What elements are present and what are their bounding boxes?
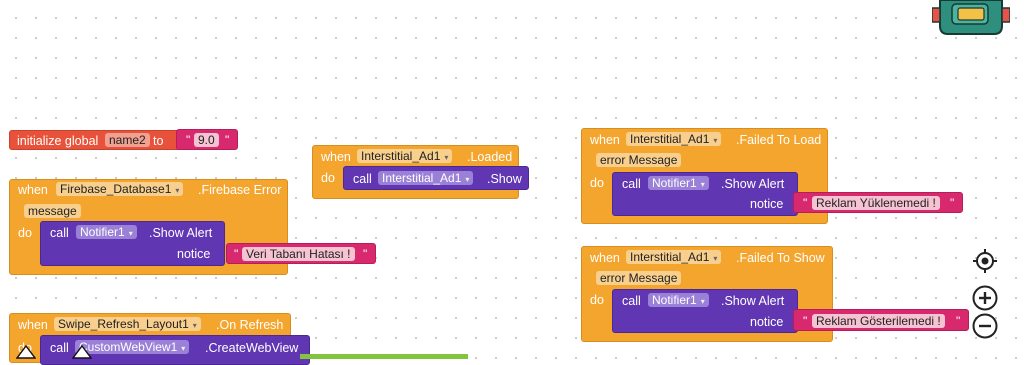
show-alert-call-block[interactable]: call Notifier1 ▾ .Show Alert notice xyxy=(612,289,798,333)
zoom-out-icon[interactable] xyxy=(971,312,999,340)
event-name: .Failed To Load xyxy=(736,133,822,147)
to-label: to xyxy=(153,134,164,148)
component-dropdown[interactable]: Interstitial_Ad1 ▾ xyxy=(626,132,722,146)
component-dropdown[interactable]: Notifier1 ▾ xyxy=(76,225,137,239)
quote-open: " xyxy=(803,314,808,328)
do-label: do xyxy=(321,171,335,185)
event-name: .Firebase Error xyxy=(198,183,282,197)
warning-triangle-icon[interactable] xyxy=(16,345,36,359)
component-name: Notifier1 xyxy=(652,176,697,190)
event-param[interactable]: error Message xyxy=(596,271,682,285)
event-param-text: error Message xyxy=(600,153,678,167)
component-name: CustomWebView1 xyxy=(79,340,178,354)
chevron-down-icon: ▾ xyxy=(700,297,705,306)
do-label: do xyxy=(590,176,604,190)
backpack-icon[interactable] xyxy=(932,0,1010,36)
chevron-down-icon: ▾ xyxy=(713,136,718,145)
quote-open: " xyxy=(186,133,191,147)
error-triangle-icon[interactable] xyxy=(72,345,92,359)
text-value-field[interactable]: 9.0 xyxy=(194,133,219,147)
quote-close: " xyxy=(225,133,230,147)
text-string-block[interactable]: " Reklam Gösterilemedi ! " xyxy=(793,309,969,331)
notice-arg-label: notice xyxy=(177,247,211,261)
text-string-field[interactable]: Reklam Gösterilemedi ! xyxy=(812,314,945,328)
component-dropdown[interactable]: Notifier1 ▾ xyxy=(648,176,709,190)
event-param[interactable]: error Message xyxy=(596,153,682,167)
text-string-value: Veri Tabanı Hatası ! xyxy=(246,247,351,261)
text-string-block[interactable]: " Reklam Yüklenemedi ! " xyxy=(793,192,963,213)
method-name: .CreateWebView xyxy=(205,341,299,355)
call-label: call xyxy=(353,172,372,186)
quote-close: " xyxy=(363,247,368,261)
show-call-block[interactable]: call Interstitial_Ad1 ▾ .Show xyxy=(343,166,529,190)
component-dropdown[interactable]: Interstitial_Ad1 ▾ xyxy=(626,250,722,264)
event-name: .On Refresh xyxy=(216,318,284,332)
chevron-down-icon: ▾ xyxy=(465,175,470,184)
chevron-down-icon: ▾ xyxy=(444,153,449,162)
component-name: Interstitial_Ad1 xyxy=(630,132,710,146)
when-label: when xyxy=(590,251,620,265)
chevron-down-icon: ▾ xyxy=(175,186,180,195)
when-label: when xyxy=(321,150,351,164)
component-dropdown[interactable]: Swipe_Refresh_Layout1 ▾ xyxy=(54,317,201,331)
component-name: Interstitial_Ad1 xyxy=(382,171,462,185)
event-param[interactable]: message xyxy=(24,204,81,218)
event-param-text: message xyxy=(28,204,77,218)
text-string-field[interactable]: Veri Tabanı Hatası ! xyxy=(242,247,355,261)
method-name: .Show xyxy=(487,172,522,186)
zoom-in-icon[interactable] xyxy=(971,284,999,312)
text-string-value: Reklam Yüklenemedi ! xyxy=(816,196,936,210)
component-name: Interstitial_Ad1 xyxy=(361,149,441,163)
math-block[interactable] xyxy=(300,354,468,359)
quote-open: " xyxy=(234,247,239,261)
component-dropdown[interactable]: Notifier1 ▾ xyxy=(648,293,709,307)
chevron-down-icon: ▾ xyxy=(128,229,133,238)
notice-arg-label: notice xyxy=(750,315,784,329)
method-name: .Show Alert xyxy=(721,177,785,191)
call-label: call xyxy=(50,226,69,240)
component-name: Notifier1 xyxy=(80,225,125,239)
text-string-value: Reklam Gösterilemedi ! xyxy=(816,314,941,328)
component-name: Interstitial_Ad1 xyxy=(630,250,710,264)
show-alert-call-block[interactable]: call Notifier1 ▾ .Show Alert notice xyxy=(612,172,798,216)
component-dropdown[interactable]: Firebase_Database1 ▾ xyxy=(56,182,184,196)
chevron-down-icon: ▾ xyxy=(181,344,186,353)
component-name: Firebase_Database1 xyxy=(60,182,172,196)
component-dropdown[interactable]: CustomWebView1 ▾ xyxy=(75,340,190,354)
method-name: .Show Alert xyxy=(721,294,785,308)
call-label: call xyxy=(622,294,641,308)
call-label: call xyxy=(622,177,641,191)
component-name: Notifier1 xyxy=(652,293,697,307)
global-variable-name[interactable]: name2 xyxy=(105,133,150,147)
do-label: do xyxy=(18,226,32,240)
event-name: .Failed To Show xyxy=(736,251,825,265)
quote-open: " xyxy=(803,196,808,210)
global-variable-name-text: name2 xyxy=(109,133,146,147)
chevron-down-icon: ▾ xyxy=(700,180,705,189)
chevron-down-icon: ▾ xyxy=(192,321,197,330)
text-string-field[interactable]: Reklam Yüklenemedi ! xyxy=(812,196,940,210)
show-alert-call-block[interactable]: call Notifier1 ▾ .Show Alert notice xyxy=(40,221,225,266)
when-label: when xyxy=(18,318,48,332)
initialize-global-label: initialize global xyxy=(17,134,99,148)
notice-arg-label: notice xyxy=(750,197,784,211)
component-name: Swipe_Refresh_Layout1 xyxy=(58,317,189,331)
quote-close: " xyxy=(956,314,961,328)
text-value-block[interactable]: " 9.0 " xyxy=(176,129,238,150)
quote-close: " xyxy=(950,196,955,210)
when-label: when xyxy=(590,133,620,147)
call-label: call xyxy=(50,341,69,355)
text-value: 9.0 xyxy=(198,133,215,147)
do-label: do xyxy=(590,293,604,307)
component-dropdown[interactable]: Interstitial_Ad1 ▾ xyxy=(357,149,453,163)
text-string-block[interactable]: " Veri Tabanı Hatası ! " xyxy=(226,243,376,264)
event-param-text: error Message xyxy=(600,271,678,285)
component-dropdown[interactable]: Interstitial_Ad1 ▾ xyxy=(378,171,474,185)
event-name: .Loaded xyxy=(467,150,513,164)
method-name: .Show Alert xyxy=(149,226,213,240)
initialize-global-block[interactable]: initialize global name2 to xyxy=(9,130,181,150)
center-target-icon[interactable] xyxy=(972,248,998,274)
chevron-down-icon: ▾ xyxy=(713,254,718,263)
when-label: when xyxy=(18,183,48,197)
